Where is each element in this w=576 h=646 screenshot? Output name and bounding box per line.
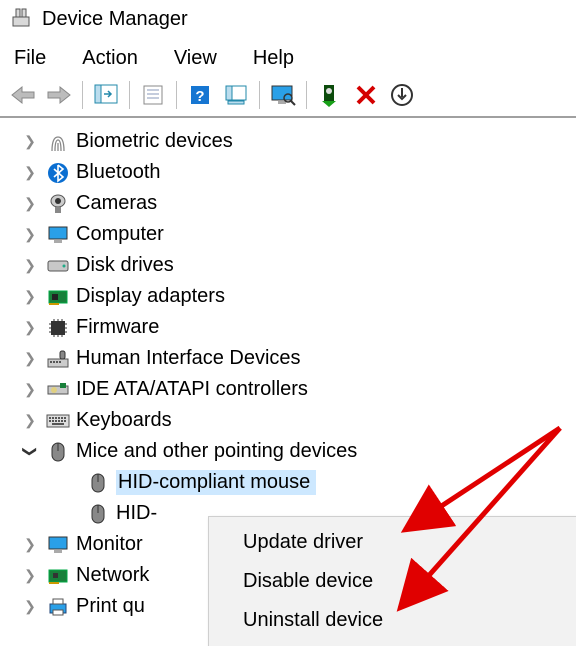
tree-item-ide[interactable]: ❯ IDE ATA/ATAPI controllers	[20, 374, 576, 405]
context-menu-uninstall-device[interactable]: Uninstall device	[209, 601, 576, 640]
toolbar-separator	[176, 81, 177, 109]
tree-label: HID-compliant mouse	[116, 470, 316, 495]
toolbar: ?	[0, 78, 576, 118]
collapse-icon[interactable]: ❯	[22, 442, 39, 462]
expand-icon[interactable]: ❯	[20, 412, 40, 429]
tree-label: Network	[76, 564, 149, 587]
tree-label: Human Interface Devices	[76, 347, 301, 370]
svg-text:?: ?	[195, 88, 204, 105]
tree-label: Disk drives	[76, 254, 174, 277]
toolbar-separator	[306, 81, 307, 109]
forward-button[interactable]	[42, 80, 76, 110]
tree-item-firmware[interactable]: ❯ Firmware	[20, 312, 576, 343]
tree-item-bluetooth[interactable]: ❯ Bluetooth	[20, 157, 576, 188]
help-button[interactable]: ?	[183, 80, 217, 110]
expand-icon[interactable]: ❯	[20, 257, 40, 274]
menu-help[interactable]: Help	[253, 47, 294, 70]
disable-device-button[interactable]	[385, 80, 419, 110]
tree-label: Print qu	[76, 595, 145, 618]
scan-hardware-button[interactable]	[219, 80, 253, 110]
properties-button[interactable]	[136, 80, 170, 110]
tree-label: Bluetooth	[76, 161, 161, 184]
expand-icon[interactable]: ❯	[20, 226, 40, 243]
display-adapter-icon	[46, 285, 70, 309]
disk-drive-icon	[46, 254, 70, 278]
tree-item-display-adapters[interactable]: ❯ Display adapters	[20, 281, 576, 312]
show-hide-console-button[interactable]	[89, 80, 123, 110]
tree-label: Firmware	[76, 316, 159, 339]
expand-icon[interactable]: ❯	[20, 164, 40, 181]
tree-label: Keyboards	[76, 409, 172, 432]
expand-icon[interactable]: ❯	[20, 319, 40, 336]
expand-icon[interactable]: ❯	[20, 536, 40, 553]
expand-icon[interactable]: ❯	[20, 133, 40, 150]
menu-view[interactable]: View	[174, 47, 217, 70]
network-icon	[46, 564, 70, 588]
monitor-icon	[46, 533, 70, 557]
context-menu-disable-device[interactable]: Disable device	[209, 562, 576, 601]
update-driver-button[interactable]	[313, 80, 347, 110]
expand-icon[interactable]: ❯	[20, 288, 40, 305]
ide-icon	[46, 378, 70, 402]
menubar: File Action View Help	[0, 43, 576, 78]
keyboard-icon	[46, 409, 70, 433]
computer-icon	[46, 223, 70, 247]
menu-file[interactable]: File	[14, 47, 46, 70]
uninstall-device-button[interactable]	[349, 80, 383, 110]
expand-icon[interactable]: ❯	[20, 567, 40, 584]
tree-label: Cameras	[76, 192, 157, 215]
firmware-icon	[46, 316, 70, 340]
context-menu-update-driver[interactable]: Update driver	[209, 523, 576, 562]
expand-icon[interactable]: ❯	[20, 350, 40, 367]
tree-item-hid[interactable]: ❯ Human Interface Devices	[20, 343, 576, 374]
mouse-icon	[46, 440, 70, 464]
monitor-scan-button[interactable]	[266, 80, 300, 110]
tree-label: Computer	[76, 223, 164, 246]
tree-item-computer[interactable]: ❯ Computer	[20, 219, 576, 250]
hid-icon	[46, 347, 70, 371]
camera-icon	[46, 192, 70, 216]
toolbar-separator	[82, 81, 83, 109]
bluetooth-icon	[46, 161, 70, 185]
mouse-icon	[86, 471, 110, 495]
toolbar-separator	[129, 81, 130, 109]
tree-label: Biometric devices	[76, 130, 233, 153]
tree-item-mice[interactable]: ❯ Mice and other pointing devices	[20, 436, 576, 467]
tree-label: Display adapters	[76, 285, 225, 308]
app-icon	[10, 6, 32, 33]
toolbar-separator	[259, 81, 260, 109]
context-menu: Update driver Disable device Uninstall d…	[208, 516, 576, 646]
menu-action[interactable]: Action	[82, 47, 138, 70]
tree-item-biometric[interactable]: ❯ Biometric devices	[20, 126, 576, 157]
tree-label: Mice and other pointing devices	[76, 440, 357, 463]
window-title: Device Manager	[42, 8, 188, 31]
fingerprint-icon	[46, 130, 70, 154]
mouse-icon	[86, 502, 110, 526]
titlebar: Device Manager	[0, 0, 576, 43]
tree-item-cameras[interactable]: ❯ Cameras	[20, 188, 576, 219]
tree-item-keyboards[interactable]: ❯ Keyboards	[20, 405, 576, 436]
tree-label: HID-	[116, 502, 157, 525]
tree-child-hid-mouse-1[interactable]: HID-compliant mouse	[20, 467, 576, 498]
expand-icon[interactable]: ❯	[20, 381, 40, 398]
tree-label: IDE ATA/ATAPI controllers	[76, 378, 308, 401]
expand-icon[interactable]: ❯	[20, 598, 40, 615]
expand-icon[interactable]: ❯	[20, 195, 40, 212]
tree-item-disk-drives[interactable]: ❯ Disk drives	[20, 250, 576, 281]
tree-label: Monitor	[76, 533, 143, 556]
printer-icon	[46, 595, 70, 619]
back-button[interactable]	[6, 80, 40, 110]
